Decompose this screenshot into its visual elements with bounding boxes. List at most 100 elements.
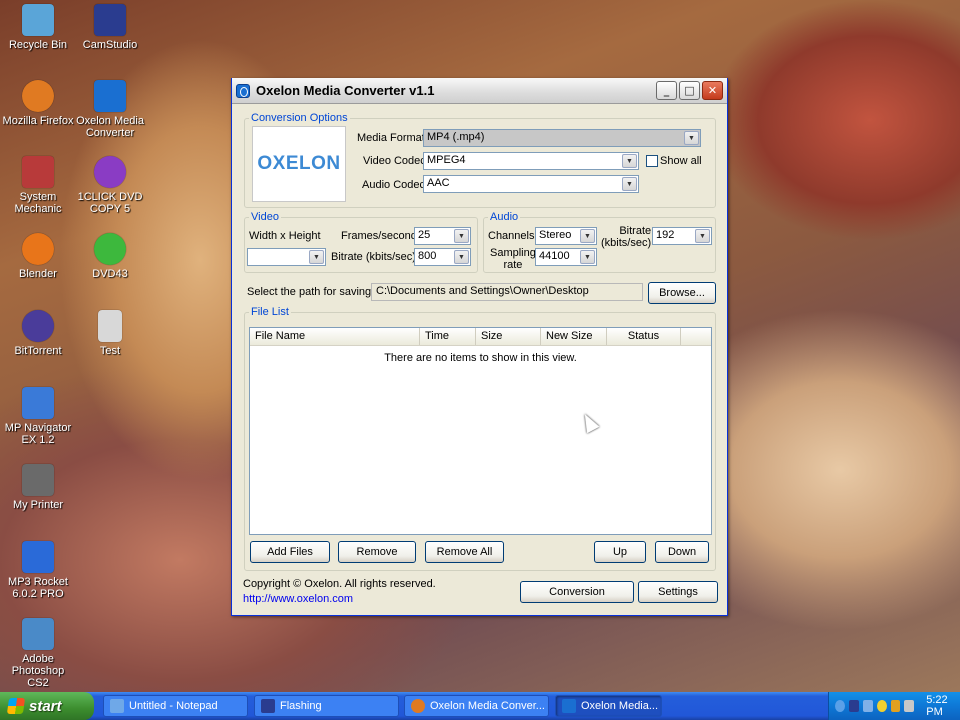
mp-navigator-shortcut[interactable]: MP Navigator EX 1.2: [0, 387, 76, 446]
firefox-icon: [411, 699, 425, 713]
tray-network-icon[interactable]: [848, 700, 859, 712]
video-legend: Video: [251, 211, 279, 223]
blender-shortcut[interactable]: Blender: [0, 233, 76, 280]
conversion-button[interactable]: Conversion: [520, 581, 634, 603]
desktop-icon-label: Blender: [19, 268, 57, 280]
oxelon-website-link[interactable]: http://www.oxelon.com: [243, 593, 353, 605]
column-status[interactable]: Status: [607, 328, 681, 345]
up-button[interactable]: Up: [594, 541, 646, 563]
my-printer-shortcut[interactable]: My Printer: [0, 464, 76, 511]
oxelon-window: Oxelon Media Converter v1.1 _ □ ✕ Conver…: [231, 78, 728, 616]
media-format-value: MP4 (.mp4): [427, 131, 485, 143]
chevron-down-icon[interactable]: ▼: [695, 229, 710, 243]
chevron-down-icon[interactable]: ▼: [580, 250, 595, 264]
clock[interactable]: 5:22 PM: [926, 694, 960, 718]
chevron-down-icon[interactable]: ▼: [580, 229, 595, 243]
dvd43-shortcut[interactable]: DVD43: [72, 233, 148, 280]
dvd-copy-icon: [94, 156, 126, 188]
recycle-bin-shortcut[interactable]: Recycle Bin: [0, 4, 76, 51]
desktop-icon-label: DVD43: [92, 268, 128, 280]
task-notepad[interactable]: Untitled - Notepad: [103, 695, 248, 717]
rocket-icon: [22, 541, 54, 573]
mp-navigator-icon: [22, 387, 54, 419]
fps-label: Frames/second: [341, 230, 417, 242]
audio-codec-label: Audio Codec: [362, 179, 425, 191]
desktop-icon-label: Oxelon Media Converter: [76, 115, 144, 139]
channels-value: Stereo: [539, 229, 572, 241]
chevron-down-icon[interactable]: ▼: [454, 229, 469, 243]
title-bar[interactable]: Oxelon Media Converter v1.1 _ □ ✕: [232, 78, 727, 104]
taskbar: start Untitled - Notepad Flashing Oxelon…: [0, 692, 960, 720]
video-codec-select[interactable]: MPEG4 ▼: [423, 152, 639, 170]
minimize-button[interactable]: _: [656, 81, 677, 100]
start-label: start: [29, 697, 62, 715]
chevron-down-icon[interactable]: ▼: [622, 177, 637, 191]
camstudio-icon: [261, 699, 275, 713]
desktop-icon-label: System Mechanic: [14, 191, 62, 215]
chevron-down-icon[interactable]: ▼: [309, 250, 324, 264]
chevron-down-icon[interactable]: ▼: [622, 154, 637, 168]
oxelon-shortcut[interactable]: Oxelon Media Converter: [72, 80, 148, 139]
browse-button[interactable]: Browse...: [648, 282, 716, 304]
desktop-icon-label: MP3 Rocket 6.0.2 PRO: [8, 576, 68, 600]
tray-alert-icon[interactable]: [890, 700, 901, 712]
start-button[interactable]: start: [0, 692, 94, 720]
file-icon: [98, 310, 122, 342]
camstudio-shortcut[interactable]: CamStudio: [72, 4, 148, 51]
chevron-down-icon[interactable]: ▼: [684, 131, 699, 145]
show-all-checkbox[interactable]: [646, 155, 658, 167]
fps-select[interactable]: 25 ▼: [414, 227, 471, 245]
file-list-view[interactable]: File Name Time Size New Size Status Ther…: [249, 327, 712, 535]
audio-bitrate-label-line2: (kbits/sec): [601, 237, 652, 249]
audio-legend: Audio: [490, 211, 519, 223]
task-flashing[interactable]: Flashing: [254, 695, 399, 717]
tray-arrow-icon[interactable]: [835, 700, 845, 712]
fps-value: 25: [418, 229, 431, 241]
system-mechanic-shortcut[interactable]: System Mechanic: [0, 156, 76, 215]
mp3-rocket-shortcut[interactable]: MP3 Rocket 6.0.2 PRO: [0, 541, 76, 600]
oxelon-icon: [562, 699, 576, 713]
desktop-icon-label: 1CLICK DVD COPY 5: [77, 191, 143, 215]
copyright-text: Copyright © Oxelon. All rights reserved.: [243, 578, 436, 590]
column-time[interactable]: Time: [420, 328, 476, 345]
sampling-rate-value: 44100: [539, 250, 570, 262]
audio-codec-select[interactable]: AAC ▼: [423, 175, 639, 193]
task-oxelon[interactable]: Oxelon Media...: [555, 695, 662, 717]
notepad-icon: [110, 699, 124, 713]
system-tray: 5:22 PM: [828, 692, 960, 720]
tray-volume-icon[interactable]: [904, 700, 915, 712]
tray-monitor-icon[interactable]: [862, 700, 873, 712]
dvd43-icon: [94, 233, 126, 265]
save-path-label: Select the path for saving:: [247, 286, 375, 298]
remove-button[interactable]: Remove: [338, 541, 416, 563]
bittorrent-shortcut[interactable]: BitTorrent: [0, 310, 76, 357]
dvd-copy-shortcut[interactable]: 1CLICK DVD COPY 5: [72, 156, 148, 215]
column-size[interactable]: Size: [476, 328, 541, 345]
photoshop-shortcut[interactable]: Adobe Photoshop CS2: [0, 618, 76, 689]
save-path-field[interactable]: C:\Documents and Settings\Owner\Desktop: [371, 283, 643, 301]
column-file-name[interactable]: File Name: [250, 328, 420, 345]
audio-bitrate-select[interactable]: 192 ▼: [652, 227, 712, 245]
task-firefox[interactable]: Oxelon Media Conver...: [404, 695, 549, 717]
remove-all-button[interactable]: Remove All: [425, 541, 504, 563]
add-files-button[interactable]: Add Files: [250, 541, 330, 563]
file-list-legend: File List: [251, 306, 289, 318]
width-height-select[interactable]: ▼: [247, 248, 326, 266]
down-button[interactable]: Down: [655, 541, 709, 563]
task-label: Flashing: [280, 700, 322, 712]
firefox-shortcut[interactable]: Mozilla Firefox: [0, 80, 76, 127]
video-bitrate-select[interactable]: 800 ▼: [414, 248, 471, 266]
channels-select[interactable]: Stereo ▼: [535, 227, 597, 245]
media-format-select[interactable]: MP4 (.mp4) ▼: [423, 129, 701, 147]
chevron-down-icon[interactable]: ▼: [454, 250, 469, 264]
close-button[interactable]: ✕: [702, 81, 723, 100]
maximize-button[interactable]: □: [679, 81, 700, 100]
file-list-header: File Name Time Size New Size Status: [250, 328, 711, 346]
media-format-label: Media Format: [357, 132, 425, 144]
test-file-shortcut[interactable]: Test: [72, 310, 148, 357]
settings-button[interactable]: Settings: [638, 581, 718, 603]
tray-smiley-icon[interactable]: [876, 700, 887, 712]
column-new-size[interactable]: New Size: [541, 328, 607, 345]
file-list-empty-message: There are no items to show in this view.: [384, 352, 577, 364]
sampling-rate-select[interactable]: 44100 ▼: [535, 248, 597, 266]
